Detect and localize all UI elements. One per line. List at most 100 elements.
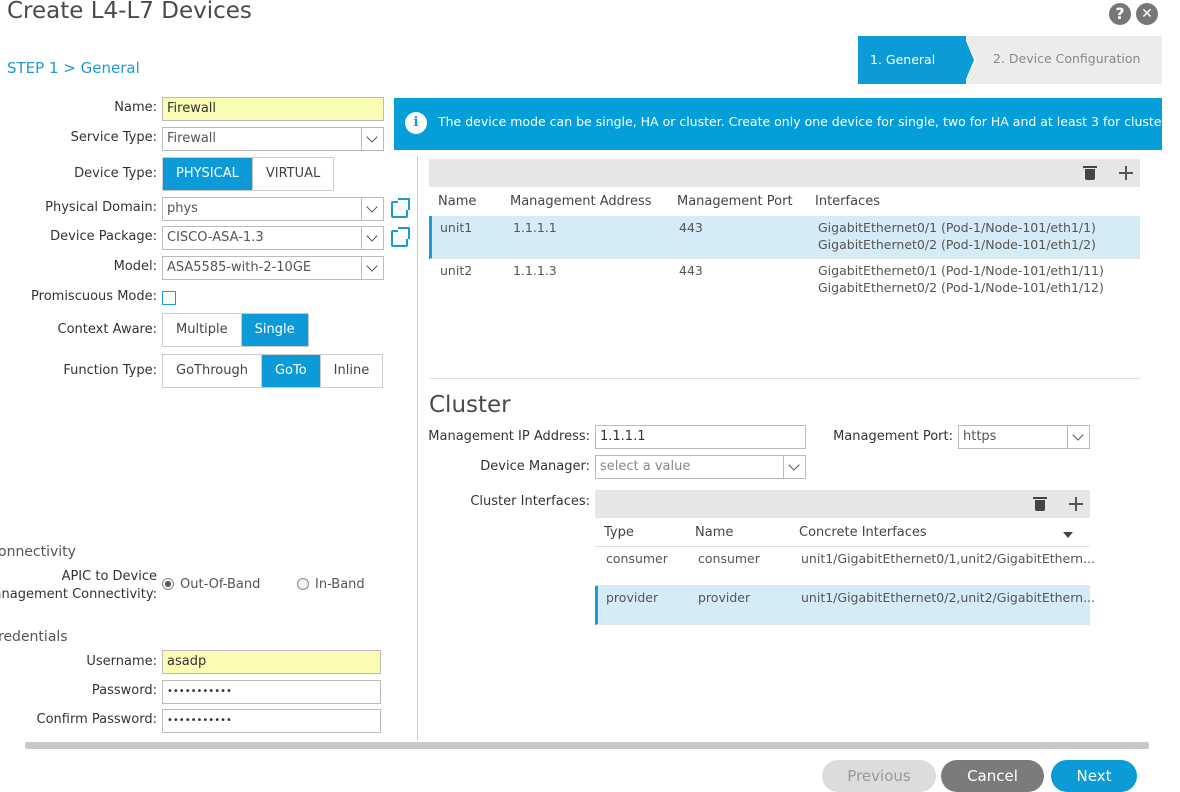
chevron-down-icon	[361, 257, 383, 279]
device-package-select[interactable]: CISCO-ASA-1.3	[162, 226, 384, 250]
device-type-physical[interactable]: PHYSICAL	[163, 158, 253, 190]
sort-down-icon[interactable]	[1063, 532, 1073, 538]
open-link-icon[interactable]	[391, 227, 410, 247]
col-name[interactable]: Name	[438, 194, 476, 209]
add-icon[interactable]	[1119, 166, 1133, 180]
context-aware-multiple[interactable]: Multiple	[163, 314, 242, 346]
device-manager-placeholder: select a value	[600, 459, 691, 474]
model-select[interactable]: ASA5585-with-2-10GE	[162, 256, 384, 280]
device-manager-label: Device Manager:	[480, 459, 590, 474]
device-interface: GigabitEthernet0/2 (Pod-1/Node-101/eth1/…	[818, 237, 1096, 252]
model-label: Model:	[113, 259, 157, 274]
confirm-password-label: Confirm Password:	[36, 712, 157, 727]
wizard-step-general[interactable]: 1. General	[858, 36, 966, 84]
step-label: STEP 1 > General	[7, 59, 140, 77]
device-interface: GigabitEthernet0/2 (Pod-1/Node-101/eth1/…	[818, 280, 1104, 295]
wizard-steps: 2. Device Configuration 1. General	[858, 36, 1162, 84]
function-type-label: Function Type:	[63, 363, 157, 378]
info-icon: i	[405, 112, 427, 134]
name-label: Name:	[114, 100, 157, 115]
concrete-interfaces: unit1/GigabitEthernet0/1,unit2/GigabitEt…	[801, 551, 1096, 566]
horizontal-scrollbar[interactable]	[25, 742, 1149, 749]
device-name: unit2	[440, 263, 473, 278]
previous-button[interactable]: Previous	[822, 760, 936, 792]
mgmt-ip-input[interactable]: 1.1.1.1	[595, 425, 806, 449]
wizard-step-arrow	[964, 36, 974, 84]
device-type-label: Device Type:	[74, 166, 157, 181]
physical-domain-value: phys	[167, 201, 198, 216]
mgmt-port-label: Management Port:	[833, 429, 953, 444]
col-concrete-interfaces[interactable]: Concrete Interfaces	[799, 525, 927, 540]
out-of-band-radio[interactable]	[162, 578, 174, 590]
delete-icon[interactable]	[1083, 166, 1097, 180]
concrete-interfaces: unit1/GigabitEthernet0/2,unit2/GigabitEt…	[801, 590, 1096, 605]
col-type[interactable]: Type	[604, 525, 634, 540]
col-name[interactable]: Name	[695, 525, 733, 540]
chevron-down-icon	[361, 198, 383, 220]
device-port: 443	[679, 263, 703, 278]
function-type-gothrough[interactable]: GoThrough	[163, 355, 262, 387]
cluster-title: Cluster	[429, 392, 511, 418]
device-type-virtual[interactable]: VIRTUAL	[253, 158, 333, 190]
in-band-radio[interactable]	[297, 578, 309, 590]
connectivity-label-line1: APIC to Device	[61, 569, 157, 584]
delete-icon[interactable]	[1033, 497, 1047, 511]
info-banner-text: The device mode can be single, HA or clu…	[438, 114, 1170, 129]
table-row[interactable]: unit1 1.1.1.1 443 GigabitEthernet0/1 (Po…	[429, 216, 1140, 259]
password-label: Password:	[91, 683, 157, 698]
promiscuous-mode-label: Promiscuous Mode:	[31, 289, 157, 304]
function-type-inline[interactable]: Inline	[321, 355, 383, 387]
table-row[interactable]: unit2 1.1.1.3 443 GigabitEthernet0/1 (Po…	[429, 259, 1140, 302]
device-address: 1.1.1.1	[513, 220, 557, 235]
model-value: ASA5585-with-2-10GE	[167, 260, 312, 275]
chevron-down-icon	[361, 227, 383, 249]
device-package-label: Device Package:	[50, 229, 157, 244]
credentials-section-title: redentials	[0, 629, 68, 645]
section-separator	[429, 378, 1140, 379]
confirm-password-input[interactable]: •••••••••••	[162, 709, 381, 733]
service-type-select[interactable]: Firewall	[162, 127, 384, 151]
page-title: Create L4-L7 Devices	[7, 0, 252, 24]
help-icon[interactable]: ?	[1109, 3, 1131, 25]
username-input[interactable]: asadp	[162, 650, 381, 674]
col-management-address[interactable]: Management Address	[510, 194, 652, 209]
add-icon[interactable]	[1069, 497, 1083, 511]
chevron-down-icon	[783, 456, 805, 478]
col-management-port[interactable]: Management Port	[677, 194, 793, 209]
mgmt-port-select[interactable]: https	[958, 425, 1090, 449]
context-aware-label: Context Aware:	[57, 322, 157, 337]
mgmt-port-value: https	[963, 429, 997, 444]
open-link-icon[interactable]	[391, 198, 410, 218]
panel-divider	[417, 156, 418, 741]
device-port: 443	[679, 220, 703, 235]
physical-domain-select[interactable]: phys	[162, 197, 384, 221]
device-manager-select[interactable]: select a value	[595, 455, 806, 479]
device-name: unit1	[440, 220, 473, 235]
name-input[interactable]: Firewall	[162, 97, 384, 121]
context-aware-single[interactable]: Single	[241, 314, 308, 346]
mgmt-ip-label: Management IP Address:	[428, 429, 590, 444]
function-type-goto[interactable]: GoTo	[261, 355, 321, 387]
chevron-down-icon	[361, 128, 383, 150]
function-type-toggle: GoThrough GoTo Inline	[162, 354, 384, 388]
cancel-button[interactable]: Cancel	[941, 760, 1044, 792]
interface-name: consumer	[698, 551, 760, 566]
table-row[interactable]: consumer consumer unit1/GigabitEthernet0…	[595, 547, 1095, 586]
wizard-step-device-configuration[interactable]: 2. Device Configuration	[964, 36, 1162, 84]
device-type-toggle: PHYSICAL VIRTUAL	[162, 157, 335, 191]
device-interface: GigabitEthernet0/1 (Pod-1/Node-101/eth1/…	[818, 263, 1104, 278]
next-button[interactable]: Next	[1051, 760, 1137, 792]
cluster-interfaces-toolbar	[595, 490, 1090, 518]
device-address: 1.1.1.3	[513, 263, 557, 278]
close-icon[interactable]: ✕	[1136, 3, 1158, 25]
chevron-down-icon	[1067, 426, 1089, 448]
service-type-label: Service Type:	[70, 130, 157, 145]
promiscuous-mode-checkbox[interactable]	[162, 291, 176, 305]
password-input[interactable]: •••••••••••	[162, 680, 381, 704]
cluster-interfaces-label: Cluster Interfaces:	[470, 494, 590, 509]
col-interfaces[interactable]: Interfaces	[815, 194, 880, 209]
table-row[interactable]: provider provider unit1/GigabitEthernet0…	[595, 586, 1095, 625]
service-type-value: Firewall	[167, 131, 217, 146]
out-of-band-label: Out-Of-Band	[180, 577, 261, 592]
connectivity-label-line2: anagement Connectivity:	[0, 587, 157, 602]
